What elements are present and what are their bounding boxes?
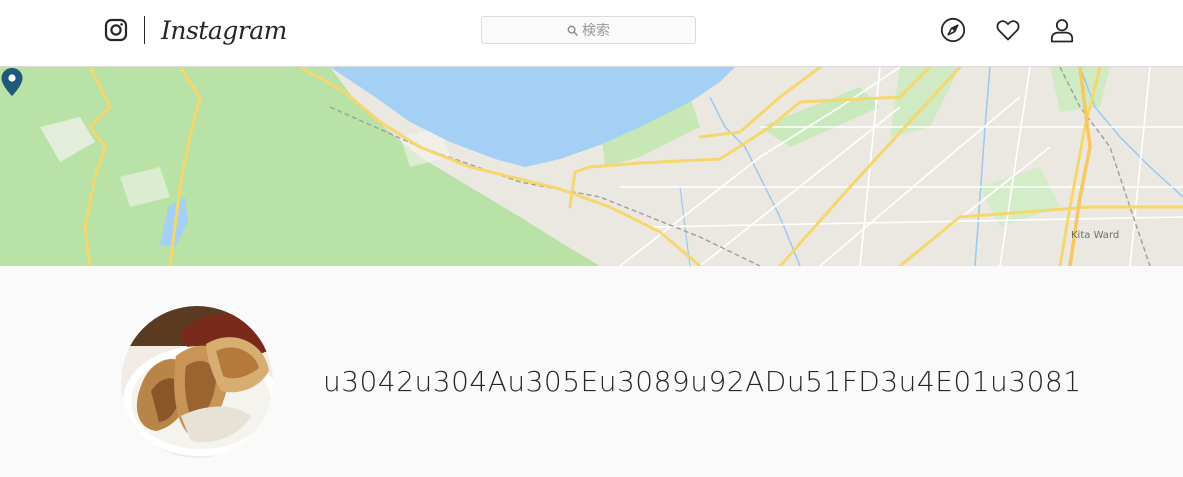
search-placeholder: 検索	[582, 22, 610, 38]
search-input[interactable]: 検索	[481, 16, 696, 44]
map-pin-icon[interactable]	[0, 67, 24, 97]
person-icon[interactable]	[1049, 17, 1075, 43]
top-nav-bar: Instagram 検索	[0, 0, 1183, 67]
heart-icon[interactable]	[995, 17, 1021, 43]
location-avatar[interactable]	[121, 306, 273, 458]
instagram-wordmark[interactable]: Instagram	[161, 15, 287, 47]
compass-icon[interactable]	[940, 17, 966, 43]
location-map[interactable]: Kita Ward	[0, 67, 1183, 266]
instagram-camera-icon[interactable]	[104, 18, 128, 42]
gyoza-photo	[121, 306, 273, 458]
location-title: u3042u304Au305Eu3089u92ADu51FD3u4E01u308…	[323, 365, 1082, 398]
search-icon	[567, 25, 578, 36]
district-label: Kita Ward	[1071, 230, 1120, 241]
logo-divider	[144, 16, 145, 44]
location-header: u3042u304Au305Eu3089u92ADu51FD3u4E01u308…	[0, 266, 1183, 477]
map-canvas	[0, 67, 1183, 266]
